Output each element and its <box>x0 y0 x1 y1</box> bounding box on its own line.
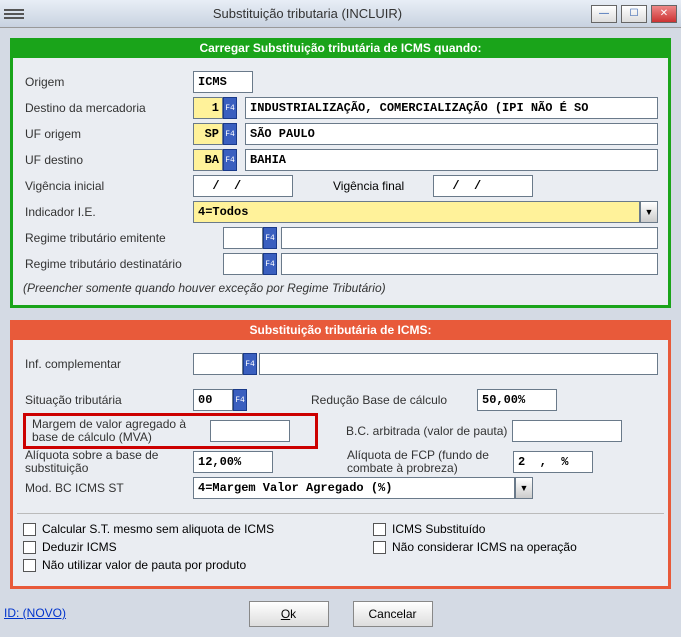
label-viginicial: Vigência inicial <box>23 179 193 193</box>
chk-label: Deduzir ICMS <box>42 540 117 554</box>
dropdown-icon[interactable]: ▼ <box>640 201 658 223</box>
chk-deduzir-icms[interactable]: Deduzir ICMS <box>23 540 343 554</box>
chk-nao-considerar[interactable]: Não considerar ICMS na operação <box>373 540 577 554</box>
indicador-field[interactable] <box>193 201 640 223</box>
label-mod: Mod. BC ICMS ST <box>23 481 193 495</box>
id-status[interactable]: ID: (NOVO) <box>4 606 66 620</box>
label-vigfinal: Vigência final <box>333 179 433 193</box>
f4-icon[interactable]: F4 <box>263 253 277 275</box>
label-regime-dest: Regime tributário destinatário <box>23 257 223 271</box>
label-bc-arb: B.C. arbitrada (valor de pauta) <box>342 424 512 438</box>
mva-highlight: Margem de valor agregado à base de cálcu… <box>23 413 318 449</box>
cancel-button[interactable]: Cancelar <box>353 601 433 627</box>
checkbox-icon <box>23 559 36 572</box>
label-aliquota: Alíquota sobre a base de substituição <box>23 449 193 475</box>
ok-button[interactable]: Ok <box>249 601 329 627</box>
uforigem-desc[interactable] <box>245 123 658 145</box>
label-origem: Origem <box>23 75 193 89</box>
ufdestino-code[interactable] <box>193 149 223 171</box>
bc-arb-field[interactable] <box>512 420 622 442</box>
origem-field[interactable] <box>193 71 253 93</box>
window-title: Substituição tributaria (INCLUIR) <box>24 6 591 21</box>
panel-st-icms: Substituição tributária de ICMS: Inf. co… <box>10 320 671 589</box>
aliquota-field[interactable] <box>193 451 273 473</box>
label-mva: Margem de valor agregado à base de cálcu… <box>30 418 210 444</box>
uforigem-code[interactable] <box>193 123 223 145</box>
checkbox-icon <box>373 541 386 554</box>
label-destino: Destino da mercadoria <box>23 101 193 115</box>
checkbox-icon <box>23 523 36 536</box>
label-uforigem: UF origem <box>23 127 193 141</box>
label-ufdestino: UF destino <box>23 153 193 167</box>
regime-dest-code[interactable] <box>223 253 263 275</box>
label-regime-emit: Regime tributário emitente <box>23 231 223 245</box>
regime-dest-desc[interactable] <box>281 253 658 275</box>
menu-icon[interactable] <box>4 4 24 24</box>
destino-desc[interactable] <box>245 97 658 119</box>
titlebar: Substituição tributaria (INCLUIR) — ☐ ✕ <box>0 0 681 28</box>
chk-label: Não utilizar valor de pauta por produto <box>42 558 246 572</box>
f4-icon[interactable]: F4 <box>223 149 237 171</box>
label-inf: Inf. complementar <box>23 357 193 371</box>
panel-title: Carregar Substituição tributária de ICMS… <box>10 38 671 58</box>
note-regime: (Preencher somente quando houver exceção… <box>23 281 658 295</box>
destino-code[interactable] <box>193 97 223 119</box>
label-indicador: Indicador I.E. <box>23 205 193 219</box>
chk-label: Calcular S.T. mesmo sem aliquota de ICMS <box>42 522 274 536</box>
regime-emit-code[interactable] <box>223 227 263 249</box>
mod-field[interactable] <box>193 477 515 499</box>
reducao-field[interactable] <box>477 389 557 411</box>
minimize-button[interactable]: — <box>591 5 617 23</box>
label-reducao: Redução Base de cálculo <box>307 393 477 407</box>
label-sit: Situação tributária <box>23 393 193 407</box>
inf-desc[interactable] <box>259 353 658 375</box>
label-fcp: Alíquota de FCP (fundo de combate à prob… <box>343 449 513 475</box>
regime-emit-desc[interactable] <box>281 227 658 249</box>
f4-icon[interactable]: F4 <box>223 97 237 119</box>
mva-field[interactable] <box>210 420 290 442</box>
chk-label: ICMS Substituído <box>392 522 485 536</box>
f4-icon[interactable]: F4 <box>263 227 277 249</box>
dropdown-icon[interactable]: ▼ <box>515 477 533 499</box>
vigfinal-field[interactable] <box>433 175 533 197</box>
panel-carregar-st: Carregar Substituição tributária de ICMS… <box>10 38 671 308</box>
chk-calcular-st[interactable]: Calcular S.T. mesmo sem aliquota de ICMS <box>23 522 343 536</box>
ufdestino-desc[interactable] <box>245 149 658 171</box>
inf-code[interactable] <box>193 353 243 375</box>
fcp-field[interactable] <box>513 451 593 473</box>
viginicial-field[interactable] <box>193 175 293 197</box>
panel-title: Substituição tributária de ICMS: <box>10 320 671 340</box>
close-button[interactable]: ✕ <box>651 5 677 23</box>
chk-icms-substituido[interactable]: ICMS Substituído <box>373 522 485 536</box>
checkbox-icon <box>23 541 36 554</box>
ok-label-rest: k <box>290 607 296 621</box>
f4-icon[interactable]: F4 <box>223 123 237 145</box>
maximize-button[interactable]: ☐ <box>621 5 647 23</box>
chk-nao-utilizar-pauta[interactable]: Não utilizar valor de pauta por produto <box>23 558 246 572</box>
f4-icon[interactable]: F4 <box>243 353 257 375</box>
checkbox-icon <box>373 523 386 536</box>
chk-label: Não considerar ICMS na operação <box>392 540 577 554</box>
sit-code[interactable] <box>193 389 233 411</box>
f4-icon[interactable]: F4 <box>233 389 247 411</box>
